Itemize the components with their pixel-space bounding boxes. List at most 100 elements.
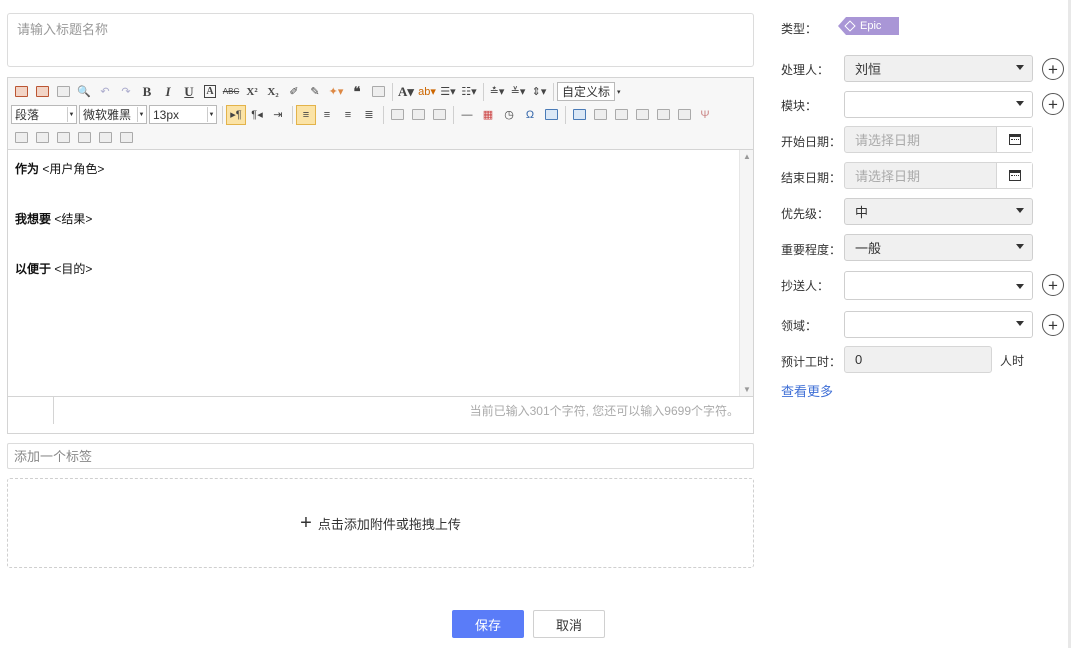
highlight-icon[interactable]: ab▾ xyxy=(417,82,437,102)
undo-icon[interactable]: ↶ xyxy=(95,82,115,102)
tag-input[interactable] xyxy=(8,444,753,468)
custom-title-select[interactable]: 自定义标 xyxy=(557,82,616,101)
ordered-list-icon[interactable]: ☰▾ xyxy=(438,82,458,102)
chevron-down-icon[interactable]: ▾ xyxy=(617,88,621,96)
estimate-unit: 人时 xyxy=(1000,354,1025,368)
split-rows-icon[interactable] xyxy=(95,128,115,148)
merge-cells-icon[interactable] xyxy=(11,128,31,148)
special-char-icon[interactable]: Ω xyxy=(520,105,540,125)
date-icon[interactable]: ▦ xyxy=(478,105,498,125)
start-date-label: 开始日期： xyxy=(781,135,842,149)
delete-col-icon[interactable]: Ψ xyxy=(695,105,715,125)
add-assignee-button[interactable]: + xyxy=(1042,58,1064,80)
indent-icon[interactable]: ⇥ xyxy=(268,105,288,125)
auto-format-icon[interactable]: ✦▾ xyxy=(326,82,346,102)
tag-field[interactable] xyxy=(7,443,754,469)
estimate-input[interactable]: 0 xyxy=(844,346,992,373)
align-justify-icon[interactable]: ≣ xyxy=(359,105,379,125)
time-icon[interactable]: ◷ xyxy=(499,105,519,125)
paragraph-select[interactable]: 段落 ▼ xyxy=(11,105,77,124)
line-height-icon[interactable]: ⇕▾ xyxy=(529,82,549,102)
insert-table-icon[interactable] xyxy=(569,105,589,125)
align-center-icon[interactable]: ≡ xyxy=(317,105,337,125)
insert-paragraph-icon[interactable] xyxy=(611,105,631,125)
toolbar-divider xyxy=(483,82,484,101)
insert-col-icon[interactable] xyxy=(674,105,694,125)
snapscreen-icon[interactable] xyxy=(541,105,561,125)
priority-select[interactable]: 中 xyxy=(844,198,1033,225)
type-badge[interactable]: Epic xyxy=(838,17,899,35)
horizontal-rule-icon[interactable]: — xyxy=(457,105,477,125)
rtl-direction-icon[interactable]: ¶◂ xyxy=(247,105,267,125)
unordered-list-icon[interactable]: ☷▾ xyxy=(459,82,479,102)
cancel-button[interactable]: 取消 xyxy=(533,610,605,638)
importance-select[interactable]: 一般 xyxy=(844,234,1033,261)
title-input[interactable] xyxy=(8,14,753,45)
rich-text-editor: 🔍 ↶ ↷ B I U A ABC X² X₂ ✐ ✎ ✦▾ ❝ A▾ ab▾ … xyxy=(7,77,754,434)
title-field[interactable] xyxy=(7,13,754,67)
editor-content[interactable]: 作为 <用户角色> 我想要 <结果> 以便于 <目的> ▲ ▼ xyxy=(8,150,753,396)
font-size-select[interactable]: 13px ▼ xyxy=(149,105,217,124)
domain-select[interactable] xyxy=(844,311,1033,338)
font-color-icon[interactable]: A▾ xyxy=(396,82,416,102)
preview-icon[interactable]: 🔍 xyxy=(74,82,94,102)
superscript-icon[interactable]: X² xyxy=(242,82,262,102)
image-center-icon[interactable] xyxy=(429,105,449,125)
merge-right-icon[interactable] xyxy=(32,128,52,148)
editor-statusbar: 当前已输入301个字符, 您还可以输入9699个字符。 xyxy=(8,396,753,424)
scroll-down-icon[interactable]: ▼ xyxy=(743,385,751,394)
save-button[interactable]: 保存 xyxy=(452,610,524,638)
eraser-icon[interactable]: ✐ xyxy=(284,82,304,102)
split-cells-icon[interactable] xyxy=(74,128,94,148)
insert-row-icon[interactable] xyxy=(632,105,652,125)
plus-icon: + xyxy=(300,512,312,534)
module-select[interactable] xyxy=(844,91,1033,118)
align-right-icon[interactable]: ≡ xyxy=(338,105,358,125)
assignee-select[interactable]: 刘恒 xyxy=(844,55,1033,82)
chevron-down-icon xyxy=(1016,244,1024,249)
add-domain-button[interactable]: + xyxy=(1042,314,1064,336)
image-right-icon[interactable] xyxy=(408,105,428,125)
attachment-dropzone[interactable]: + 点击添加附件或拖拽上传 xyxy=(7,478,754,568)
font-family-select[interactable]: 微软雅黑 ▼ xyxy=(79,105,147,124)
template-icon[interactable] xyxy=(32,82,52,102)
add-cc-button[interactable]: + xyxy=(1042,274,1064,296)
start-date-field[interactable]: 请选择日期 xyxy=(844,126,1033,153)
cc-select[interactable] xyxy=(844,271,1033,300)
importance-value: 一般 xyxy=(855,241,882,256)
delete-row-icon[interactable] xyxy=(653,105,673,125)
calendar-button[interactable] xyxy=(996,127,1032,152)
calendar-button[interactable] xyxy=(996,163,1032,188)
plus-icon: + xyxy=(1048,315,1058,335)
merge-down-icon[interactable] xyxy=(53,128,73,148)
font-size-label: 13px xyxy=(153,107,180,122)
editor-scrollbar[interactable]: ▲ ▼ xyxy=(739,150,753,396)
blockquote-icon[interactable]: ❝ xyxy=(347,82,367,102)
strikethrough-icon[interactable]: ABC xyxy=(221,82,241,102)
content-bold: 作为 xyxy=(15,162,40,176)
split-cols-icon[interactable] xyxy=(116,128,136,148)
scroll-up-icon[interactable]: ▲ xyxy=(743,152,751,161)
subscript-icon[interactable]: X₂ xyxy=(263,82,283,102)
end-date-field[interactable]: 请选择日期 xyxy=(844,162,1033,189)
bold-icon[interactable]: B xyxy=(137,82,157,102)
row-spacing-bottom-icon[interactable]: ≚▾ xyxy=(508,82,528,102)
paste-plain-icon[interactable] xyxy=(368,82,388,102)
row-spacing-top-icon[interactable]: ≛▾ xyxy=(487,82,507,102)
underline-icon[interactable]: U xyxy=(179,82,199,102)
italic-icon[interactable]: I xyxy=(158,82,178,102)
align-left-icon[interactable]: ≡ xyxy=(296,104,316,125)
source-icon[interactable] xyxy=(11,82,31,102)
toolbar-divider xyxy=(392,82,393,101)
view-more-link[interactable]: 查看更多 xyxy=(781,381,833,400)
font-border-icon[interactable]: A xyxy=(200,82,220,102)
image-left-icon[interactable] xyxy=(387,105,407,125)
calendar-icon xyxy=(1008,170,1021,181)
add-module-button[interactable]: + xyxy=(1042,93,1064,115)
print-icon[interactable] xyxy=(53,82,73,102)
toolbar-divider xyxy=(453,105,454,124)
format-brush-icon[interactable]: ✎ xyxy=(305,82,325,102)
ltr-direction-icon[interactable]: ▸¶ xyxy=(226,104,246,125)
redo-icon[interactable]: ↷ xyxy=(116,82,136,102)
delete-table-icon[interactable] xyxy=(590,105,610,125)
